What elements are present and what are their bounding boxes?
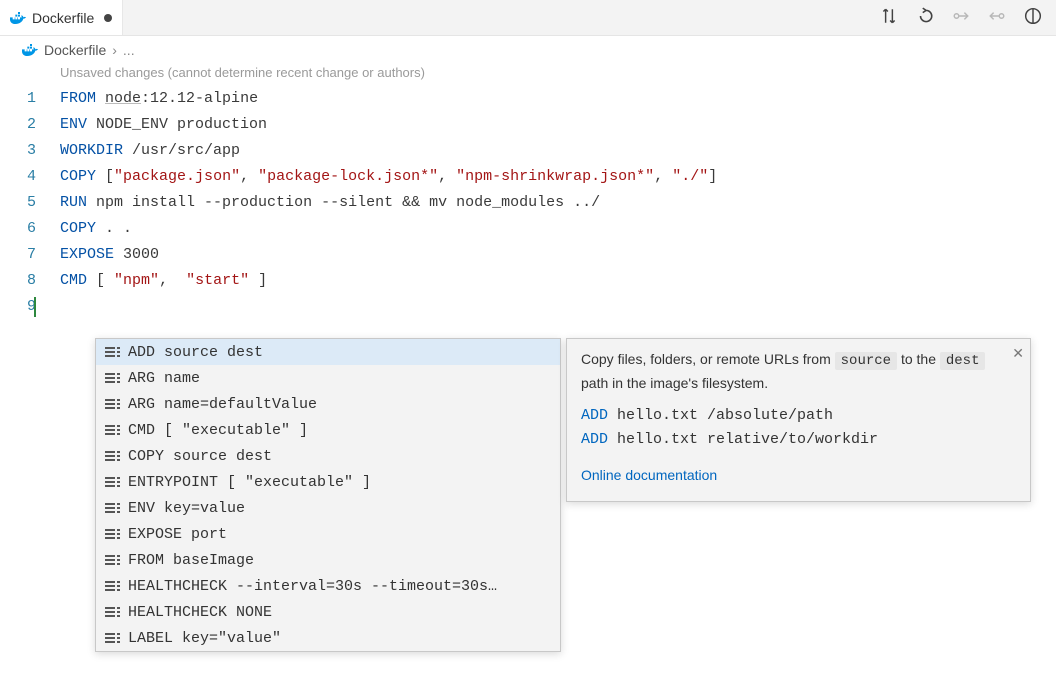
line-number: 8 [0,268,36,294]
tab-bar: Dockerfile [0,0,1056,36]
snippet-icon [104,422,120,438]
snippet-icon [104,604,120,620]
line-number: 1 [0,86,36,112]
snippet-icon [104,552,120,568]
suggestion-item[interactable]: HEALTHCHECK --interval=30s --timeout=30s… [96,573,560,599]
code-line[interactable]: ENV NODE_ENV production [60,112,1056,138]
unsaved-indicator-icon [104,14,112,22]
editor-toolbar [880,7,1056,28]
editor-tab[interactable]: Dockerfile [0,0,123,35]
previous-change-icon [952,7,970,28]
docker-icon [10,11,26,25]
breadcrumb-file: Dockerfile [44,42,106,58]
compare-changes-icon[interactable] [880,7,898,28]
tab-filename: Dockerfile [32,10,94,26]
code-line[interactable]: EXPOSE 3000 [60,242,1056,268]
autocomplete-popup[interactable]: ADD source dest ARG name ARG name=defaul… [95,338,561,652]
suggestion-item[interactable]: HEALTHCHECK NONE [96,599,560,625]
line-number: 7 [0,242,36,268]
snippet-icon [104,578,120,594]
suggestion-item[interactable]: ENTRYPOINT [ "executable" ] [96,469,560,495]
doc-link[interactable]: Online documentation [581,467,717,483]
code-line[interactable]: RUN npm install --production --silent &&… [60,190,1056,216]
suggestion-doc-popup: ✕ Copy files, folders, or remote URLs fr… [566,338,1031,502]
next-change-icon [988,7,1006,28]
line-number: 6 [0,216,36,242]
close-icon[interactable]: ✕ [1012,343,1024,365]
line-number: 3 [0,138,36,164]
snippet-icon [104,526,120,542]
suggestion-item[interactable]: ARG name [96,365,560,391]
suggestion-item[interactable]: EXPOSE port [96,521,560,547]
split-editor-icon[interactable] [1024,7,1042,28]
suggestion-item[interactable]: ENV key=value [96,495,560,521]
snippet-icon [104,370,120,386]
code-line[interactable] [60,294,1056,320]
suggestion-item[interactable]: FROM baseImage [96,547,560,573]
snippet-icon [104,474,120,490]
snippet-icon [104,630,120,646]
line-number: 5 [0,190,36,216]
suggestion-item[interactable]: COPY source dest [96,443,560,469]
codelens-hint[interactable]: Unsaved changes (cannot determine recent… [60,60,1056,86]
docker-icon [22,43,38,57]
breadcrumb[interactable]: Dockerfile › ... [0,36,1056,60]
code-area[interactable]: Unsaved changes (cannot determine recent… [60,60,1056,320]
code-editor[interactable]: - 1 2 3 4 5 6 7 8 9 Unsaved changes (can… [0,60,1056,320]
suggestion-item[interactable]: CMD [ "executable" ] [96,417,560,443]
snippet-icon [104,448,120,464]
breadcrumb-more[interactable]: ... [123,42,135,58]
code-line[interactable]: COPY . . [60,216,1056,242]
doc-example: ADD hello.txt /absolute/path [581,404,1016,427]
line-number: 2 [0,112,36,138]
revert-icon[interactable] [916,7,934,28]
code-line[interactable]: CMD [ "npm", "start" ] [60,268,1056,294]
doc-description: Copy files, folders, or remote URLs from… [581,349,1016,394]
suggestion-item[interactable]: ADD source dest [96,339,560,365]
snippet-icon [104,344,120,360]
line-number: 9 [0,294,36,320]
code-line[interactable]: COPY ["package.json", "package-lock.json… [60,164,1056,190]
suggestion-item[interactable]: LABEL key="value" [96,625,560,651]
suggestion-item[interactable]: ARG name=defaultValue [96,391,560,417]
snippet-icon [104,500,120,516]
code-line[interactable]: FROM node:12.12-alpine [60,86,1056,112]
line-number: 4 [0,164,36,190]
code-line[interactable]: WORKDIR /usr/src/app [60,138,1056,164]
line-gutter: - 1 2 3 4 5 6 7 8 9 [0,60,60,320]
snippet-icon [104,396,120,412]
doc-example: ADD hello.txt relative/to/workdir [581,428,1016,451]
breadcrumb-separator: › [112,42,117,58]
